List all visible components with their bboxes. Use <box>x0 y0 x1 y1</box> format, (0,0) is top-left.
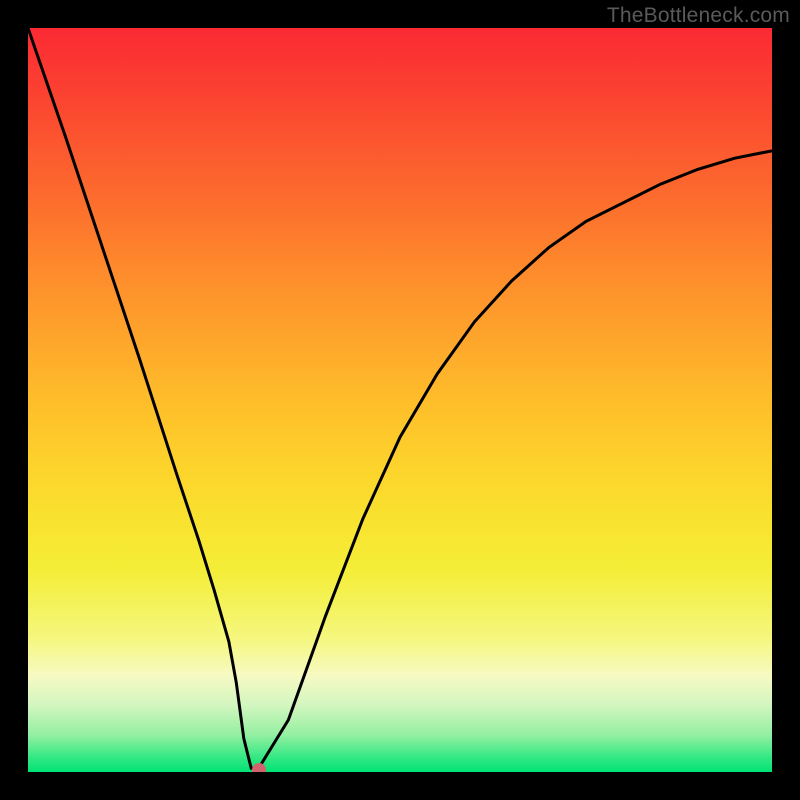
optimal-point-dot <box>252 763 266 772</box>
bottleneck-curve <box>28 28 772 772</box>
chart-frame: TheBottleneck.com <box>0 0 800 800</box>
plot-area <box>28 28 772 772</box>
watermark-text: TheBottleneck.com <box>607 4 790 28</box>
